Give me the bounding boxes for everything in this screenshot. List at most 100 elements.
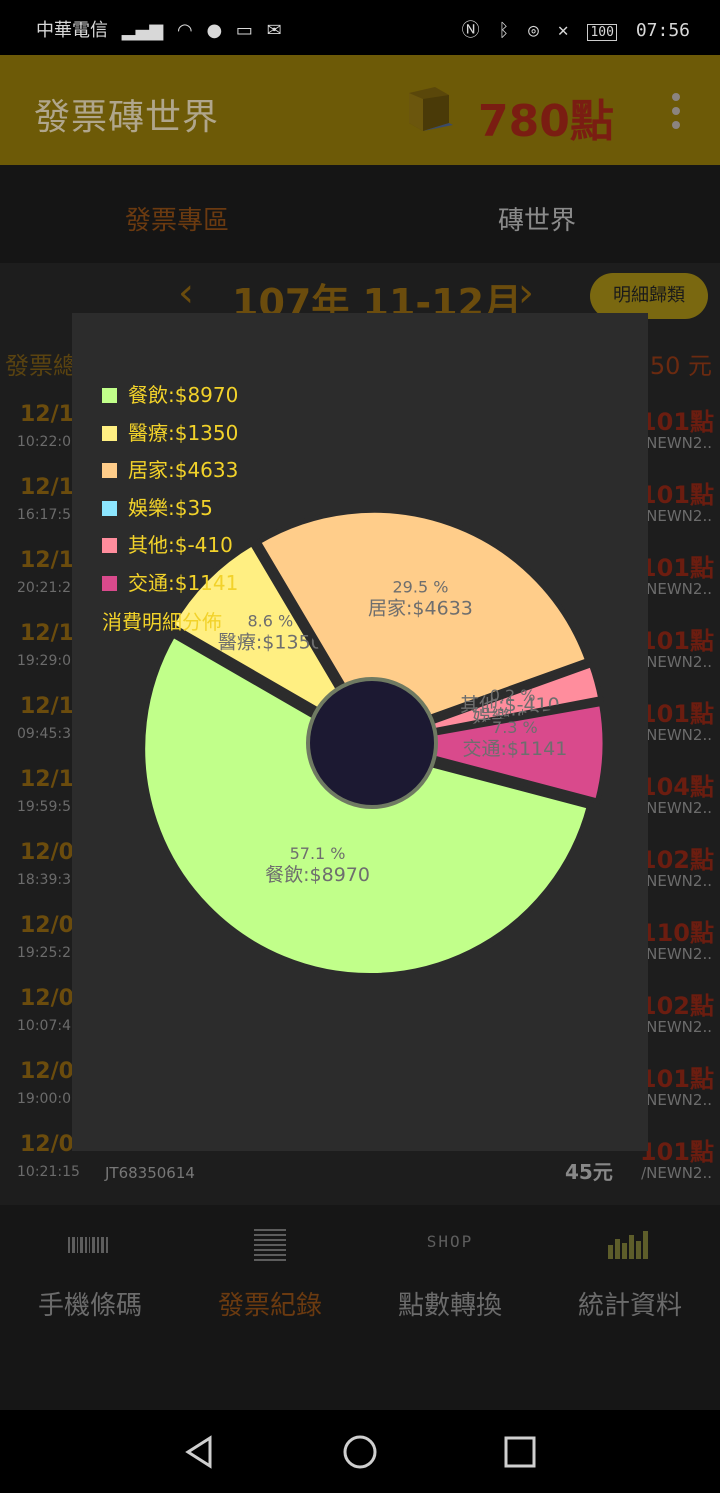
slice-percent-label: 57.1 % (290, 844, 346, 863)
invoice-date: 12/0 (20, 840, 74, 865)
legend-label: 娛樂:$35 (128, 495, 213, 520)
invoice-date: 12/0 (20, 913, 74, 938)
invoice-points: 101點 (639, 408, 714, 436)
app-bar: 發票磚世界 780點 (0, 55, 720, 165)
legend-label: 交通:$1141 (128, 570, 239, 595)
back-icon[interactable] (180, 1432, 220, 1472)
prev-period-button[interactable]: ‹ (178, 270, 194, 316)
invoice-source: /NEWN2.. (641, 1164, 712, 1182)
bar-chart-icon (608, 1231, 648, 1259)
slice-percent-label: 8.6 % (247, 611, 293, 630)
app-title: 發票磚世界 (34, 97, 220, 138)
invoice-source: NEWN2.. (646, 1018, 712, 1036)
pie-center-hole (306, 677, 438, 809)
mail-icon: ✉ (266, 20, 282, 41)
invoice-points: 102點 (639, 992, 714, 1020)
invoice-source: NEWN2.. (646, 507, 712, 525)
invoice-points: 104點 (639, 773, 714, 801)
invoice-date: 12/1 (20, 694, 74, 719)
next-period-button[interactable]: › (518, 270, 534, 316)
recents-icon[interactable] (500, 1432, 540, 1472)
brick-icon (409, 87, 453, 131)
nav-points-exchange[interactable]: SHOP 點數轉換 (360, 1205, 540, 1355)
invoice-source: NEWN2.. (646, 653, 712, 671)
points-balance[interactable]: 780點 (478, 85, 614, 149)
legend-swatch (102, 500, 117, 516)
signal-icon: ▂▄▆ (121, 20, 164, 41)
invoice-time: 10:22:0 (17, 434, 71, 450)
summary-total: 50 元 (649, 352, 712, 380)
invoice-date: 12/0 (20, 986, 74, 1011)
invoice-date: 12/1 (20, 402, 74, 427)
nav-invoice-records[interactable]: 發票紀錄 (180, 1205, 360, 1355)
invoice-date: 12/0 (20, 1059, 74, 1084)
legend-swatch (102, 425, 117, 441)
invoice-points: 101點 (639, 627, 714, 655)
invoice-time: 09:45:3 (17, 726, 71, 742)
invoice-source: NEWN2.. (646, 1091, 712, 1109)
invoice-date: 12/1 (20, 767, 74, 792)
slice-value-label: 交通:$1141 (462, 738, 567, 760)
spending-chart-dialog[interactable]: 8.6 % 醫療:$1350 29.5 % 居家:$4633 其他:$-410 0.2 %… (72, 313, 648, 1151)
invoice-time: 19:00:0 (17, 1091, 71, 1107)
invoice-number: JT68350614 (105, 1164, 195, 1182)
wifi-icon: ◠ (177, 20, 193, 41)
location-icon: ◎ (528, 20, 539, 41)
invoice-time: 19:59:5 (17, 799, 71, 815)
tab-invoice-zone[interactable]: 發票專區 (125, 200, 229, 237)
slice-percent-label: 0.2 % (490, 686, 536, 705)
slice-value-label: 醫療:$1350 (218, 631, 323, 653)
invoice-time: 10:07:4 (17, 1018, 71, 1034)
slice-percent-label: 7.3 % (492, 718, 538, 737)
legend-label: 醫療:$1350 (128, 420, 239, 445)
home-icon[interactable] (340, 1432, 380, 1472)
tab-brick-world[interactable]: 磚世界 (498, 200, 576, 237)
chart-description: 消費明細分佈 (102, 610, 222, 634)
invoice-source: NEWN2.. (646, 872, 712, 890)
clock: 07:56 (635, 20, 690, 41)
invoice-date: 12/1 (20, 621, 74, 646)
invoice-date: 12/1 (20, 475, 74, 500)
invoice-time: 20:21:2 (17, 580, 71, 596)
legend-swatch (102, 575, 117, 591)
invoice-source: NEWN2.. (646, 726, 712, 744)
legend-swatch (102, 388, 117, 403)
legend-label: 其他:$-410 (128, 533, 233, 558)
slice-value-label: 餐飲:$8970 (265, 864, 370, 886)
nav-mobile-barcode[interactable]: 手機條碼 (0, 1205, 180, 1355)
nav-label: 發票紀錄 (217, 1291, 322, 1321)
invoice-points: 101點 (639, 554, 714, 582)
nfc-icon: Ⓝ (461, 20, 480, 41)
summary-label: 發票總 (5, 352, 77, 380)
carrier-name: 中華電信 (36, 20, 108, 41)
invoice-source: NEWN2.. (646, 434, 712, 452)
bottom-nav: 手機條碼 發票紀錄 SHOP 點數轉換 統計資料 (0, 1205, 720, 1410)
invoice-source: NEWN2.. (646, 945, 712, 963)
status-bar: 中華電信 ▂▄▆ ◠ ● ▭ ✉ Ⓝ ᛒ ◎ ✕ 100 07:56 (0, 0, 720, 55)
invoice-time: 19:25:2 (17, 945, 71, 961)
slice-value-label: 居家:$4633 (368, 597, 473, 619)
top-tabs: 發票專區 磚世界 (0, 165, 720, 263)
invoice-points: 101點 (639, 1138, 714, 1166)
invoice-time: 16:17:5 (17, 507, 71, 523)
invoice-points: 101點 (639, 1065, 714, 1093)
mute-icon: ✕ (557, 20, 569, 41)
car-icon: ▭ (235, 20, 253, 41)
invoice-points: 110點 (639, 919, 714, 947)
overflow-menu-icon[interactable] (670, 93, 682, 135)
nav-statistics[interactable]: 統計資料 (540, 1205, 720, 1355)
slice-percent-label: 29.5 % (393, 577, 449, 596)
invoice-source: NEWN2.. (646, 799, 712, 817)
invoice-date: 12/1 (20, 548, 74, 573)
invoice-points: 101點 (639, 481, 714, 509)
battery-icon: 100 (587, 24, 617, 41)
nav-label: 統計資料 (577, 1291, 682, 1321)
line-icon: ● (206, 20, 223, 41)
legend-swatch (102, 538, 117, 554)
invoice-source: NEWN2.. (646, 580, 712, 598)
legend-swatch (102, 463, 117, 479)
invoice-date: 12/0 (20, 1132, 74, 1157)
system-navigation (0, 1410, 720, 1493)
nav-label: 手機條碼 (37, 1291, 142, 1321)
list-icon (254, 1229, 286, 1261)
